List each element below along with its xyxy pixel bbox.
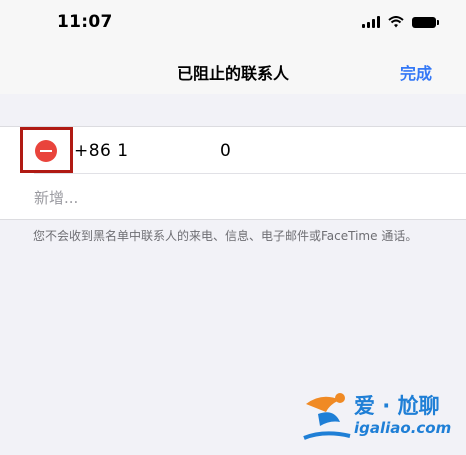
watermark-title: 爱 · 尬聊 <box>354 394 440 418</box>
watermark-url: igaliao.com <box>354 419 452 437</box>
row-divider <box>34 173 466 174</box>
watermark: 爱 · 尬聊 igaliao.com <box>300 386 460 446</box>
contact-number-tail: 0 <box>220 141 231 161</box>
status-bar: 11:07 <box>0 0 466 44</box>
blocked-contacts-list: +86 1 0 新增... <box>0 127 466 220</box>
wifi-icon <box>388 16 404 28</box>
signal-icon <box>362 16 380 28</box>
watermark-logo-icon <box>303 393 351 440</box>
contact-number: +86 1 <box>74 141 129 161</box>
highlight-box <box>20 127 73 173</box>
blocked-contact-row[interactable]: +86 1 0 <box>0 127 466 173</box>
add-new-button[interactable]: 新增... <box>34 187 78 208</box>
page-title: 已阻止的联系人 <box>176 64 289 83</box>
status-time: 11:07 <box>57 12 113 32</box>
status-icons <box>362 14 439 30</box>
navigation-bar: 已阻止的联系人 完成 <box>0 44 466 94</box>
footer-note: 您不会收到黑名单中联系人的来电、信息、电子邮件或FaceTime 通话。 <box>33 229 418 243</box>
battery-icon <box>412 16 439 28</box>
done-button[interactable]: 完成 <box>400 60 432 84</box>
